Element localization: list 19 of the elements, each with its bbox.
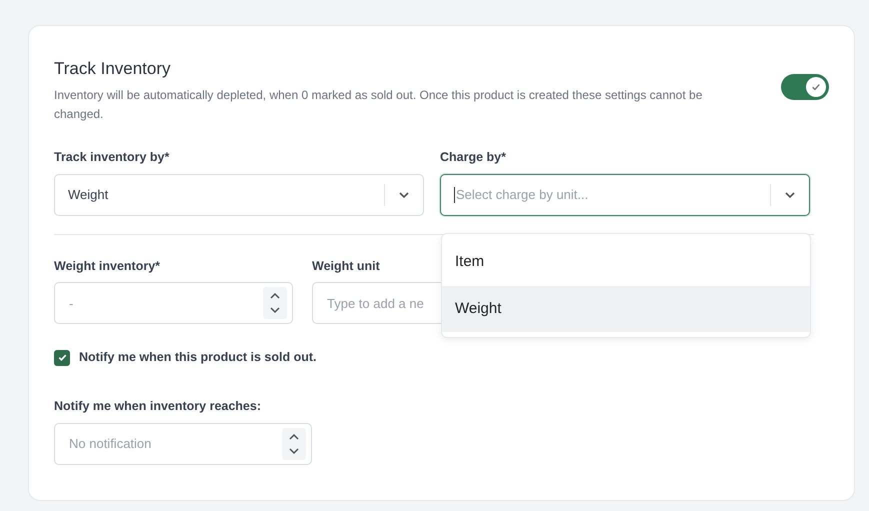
section-title: Track Inventory — [54, 58, 172, 80]
field-label: Weight inventory* — [54, 258, 160, 275]
check-icon — [56, 352, 68, 364]
section-description: Inventory will be automatically depleted, when 0 marked as sold out. Once this product is created these settings cannot be changed. — [54, 86, 704, 123]
stepper-icon[interactable] — [263, 287, 287, 320]
check-icon — [812, 84, 820, 90]
track-by-select[interactable]: Weight — [54, 174, 424, 216]
field-label: Charge by* — [440, 148, 506, 166]
dropdown-option[interactable]: Item — [442, 239, 810, 286]
field-label: Weight unit — [312, 258, 380, 275]
stepper-icon[interactable] — [282, 428, 306, 460]
weight-inventory-field[interactable]: - — [54, 282, 293, 324]
field-label: Notify me when inventory reaches: — [54, 398, 262, 416]
checkbox-label: Notify me when this product is sold out. — [79, 349, 317, 366]
notification-threshold-field[interactable]: No notification — [54, 422, 312, 465]
field-label: Track inventory by* — [54, 148, 170, 166]
track-inventory-toggle[interactable] — [781, 74, 829, 100]
checkbox[interactable] — [54, 350, 70, 366]
dropdown-option[interactable]: Weight — [442, 286, 810, 332]
